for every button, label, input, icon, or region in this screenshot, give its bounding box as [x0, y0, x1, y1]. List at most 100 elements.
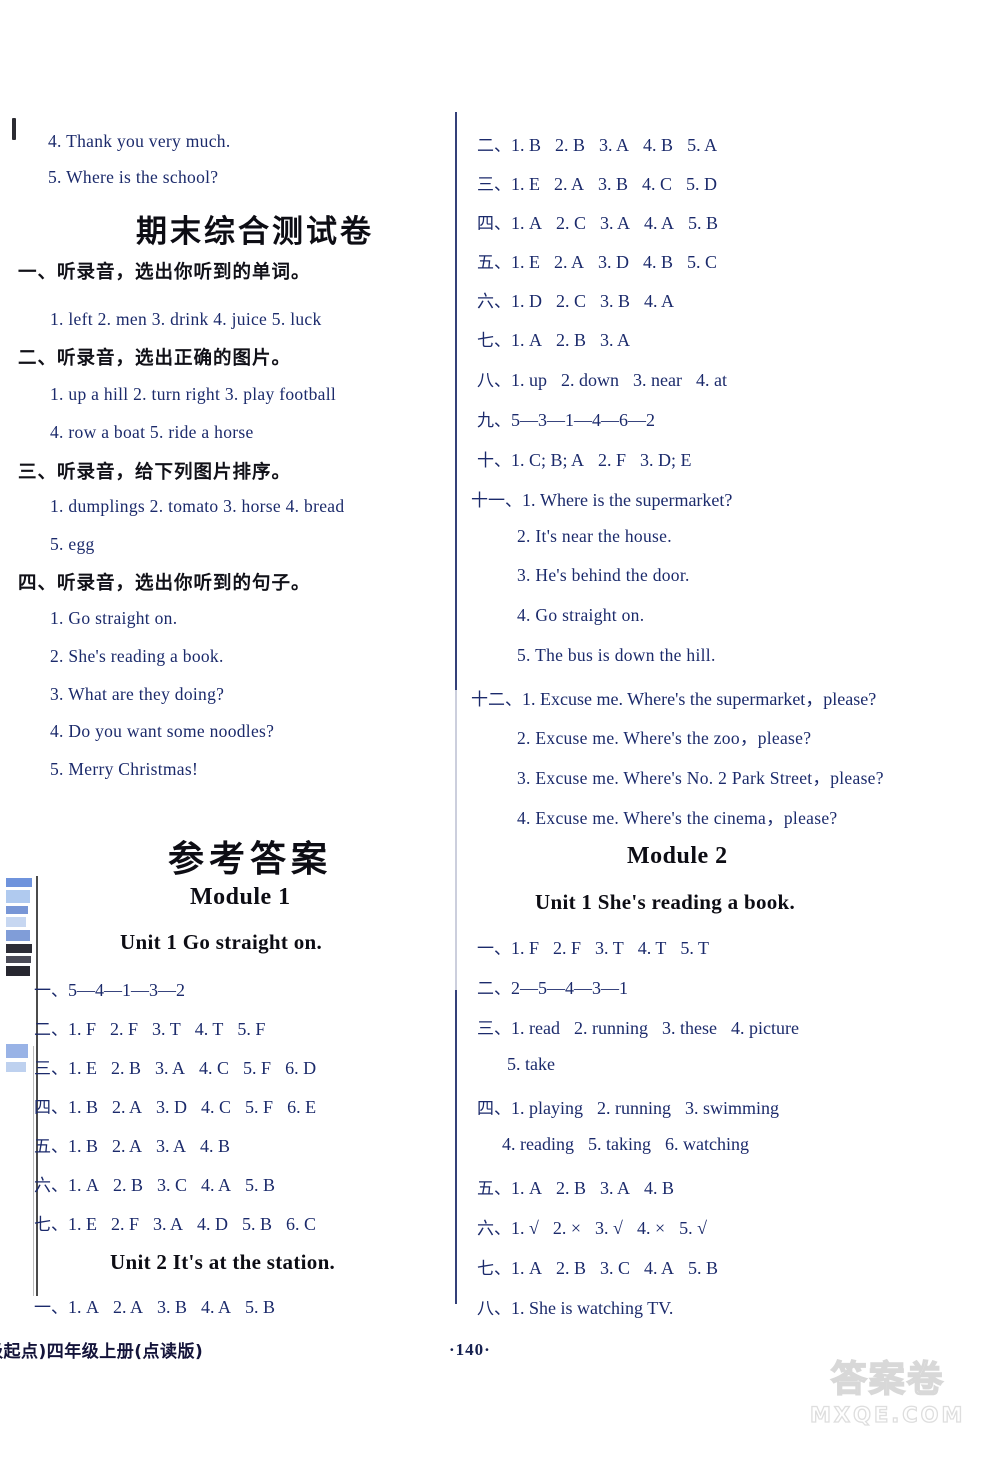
answer-row: 六、1. √ 2. × 3. √ 4. × 5. √ — [477, 1214, 721, 1239]
answer-item: 5. T — [680, 938, 710, 958]
scan-edge-artifacts — [0, 0, 46, 1462]
footer-book-title: 级起点)四年级上册(点读版) — [0, 1342, 204, 1362]
answer-row: 二、1. B 2. B 3. A 4. B 5. A — [477, 131, 731, 156]
answer-item: 5. √ — [679, 1218, 707, 1238]
answer-ordinal: 十二、 — [471, 690, 522, 710]
answer-item: 4. C — [201, 1097, 232, 1117]
answer-item: 1. √ — [511, 1218, 539, 1238]
watermark: 答案卷 MXQE.COM — [809, 1361, 966, 1428]
exam-section-heading: 一、听录音，选出你听到的单词。 — [18, 262, 311, 283]
answer-item: 5. F — [245, 1097, 274, 1117]
answer-item: 4. A — [644, 213, 675, 233]
answers-title: 参考答案 — [168, 839, 333, 880]
answer-item: 5—3—1—4—6—2 — [511, 410, 655, 430]
answer-item: 1. A — [68, 1175, 99, 1195]
answer-item: 1. B — [511, 135, 542, 155]
answer-ordinal: 六、 — [477, 1219, 511, 1239]
answer-ordinal: 七、 — [477, 331, 511, 351]
answer-item: 1. Excuse me. Where's the supermarket，pl… — [522, 689, 877, 709]
answer-item: 4. B — [643, 135, 674, 155]
scan-fragment — [6, 878, 32, 887]
answer-item: 3. A — [600, 1178, 631, 1198]
answer-item: 2. B — [111, 1058, 142, 1078]
unit-heading: Unit 2 It's at the station. — [110, 1250, 336, 1274]
answer-ordinal: 三、 — [34, 1059, 68, 1079]
answer-ordinal: 五、 — [477, 1179, 511, 1199]
answer-ordinal: 五、 — [477, 253, 511, 273]
answer-ordinal: 八、 — [477, 1299, 511, 1319]
scan-fragment — [6, 906, 28, 914]
answer-item: 5. F — [243, 1058, 272, 1078]
answer-item: 2. B — [555, 135, 586, 155]
answer-item: 3. A — [156, 1136, 187, 1156]
answer-ordinal: 一、 — [477, 939, 511, 959]
answer-item: 5. F — [237, 1019, 266, 1039]
answer-row: 四、1. A 2. C 3. A 4. A 5. B — [477, 209, 732, 234]
answer-item: 6. watching — [664, 1134, 749, 1154]
answer-row: 二、2—5—4—3—1 — [477, 974, 642, 999]
answer-item: 3. D; E — [640, 450, 692, 470]
answer-item: 4. A — [201, 1175, 232, 1195]
answer-row: 五、1. B 2. A 3. A 4. B — [34, 1132, 244, 1157]
answer-row: 十、1. C; B; A 2. F 3. D; E — [477, 446, 706, 471]
answer-row: 一、1. F 2. F 3. T 4. T 5. T — [477, 934, 723, 959]
module-heading: Module 2 — [627, 843, 728, 869]
answer-item: 2. running — [597, 1098, 671, 1118]
answer-item: 4. D — [197, 1214, 229, 1234]
answer-row: 七、1. A 2. B 3. C 4. A 5. B — [477, 1254, 732, 1279]
answer-ordinal: 九、 — [477, 411, 511, 431]
answer-item: 2. A — [112, 1097, 143, 1117]
scan-fragment — [6, 1044, 28, 1058]
answer-row: 七、1. A 2. B 3. A — [477, 326, 644, 351]
answer-row: 九、5—3—1—4—6—2 — [477, 406, 669, 431]
exam-section-line: 1. dumplings 2. tomato 3. horse 4. bread — [50, 496, 345, 516]
answer-item: 2. F — [598, 450, 627, 470]
answer-item: 4. B — [644, 1178, 675, 1198]
answer-item: 5. B — [242, 1214, 273, 1234]
answer-ordinal: 六、 — [34, 1176, 68, 1196]
answer-ordinal: 七、 — [477, 1259, 511, 1279]
answer-ordinal: 十一、 — [471, 491, 522, 511]
answer-ordinal: 六、 — [477, 292, 511, 312]
answer-item: 1. Where is the supermarket? — [522, 490, 733, 510]
answer-item: 2. F — [553, 938, 582, 958]
answer-row: 4. reading 5. taking 6. watching — [502, 1134, 763, 1155]
answer-item: 3. B — [600, 291, 631, 311]
answer-item: 1. D — [511, 291, 542, 311]
watermark-domain: MXQE.COM — [809, 1402, 966, 1427]
module-heading: Module 1 — [190, 884, 291, 910]
answer-ordinal: 二、 — [34, 1020, 68, 1040]
answer-item: 1. A — [511, 1178, 542, 1198]
exam-section-line: 3. What are they doing? — [50, 684, 225, 704]
scan-speck — [12, 118, 16, 140]
scanned-answer-key-page: 4. Thank you very much. 5. Where is the … — [0, 0, 1000, 1462]
answer-row: 六、1. A 2. B 3. C 4. A 5. B — [34, 1171, 289, 1196]
answer-item: 5. D — [686, 174, 718, 194]
scan-fragment — [6, 930, 30, 941]
answer-item: 6. C — [286, 1214, 317, 1234]
answer-item: 1. E — [511, 174, 540, 194]
answer-ordinal: 三、 — [477, 175, 511, 195]
answer-item: 4. T — [637, 938, 667, 958]
exam-section-heading: 四、听录音，选出你听到的句子。 — [18, 573, 311, 594]
answer-row: 三、1. E 2. A 3. B 4. C 5. D — [477, 170, 731, 195]
answer-item: 2. B — [556, 330, 587, 350]
answer-ordinal: 四、 — [477, 1099, 511, 1119]
answer-row: 三、1. E 2. B 3. A 4. C 5. F 6. D — [34, 1054, 330, 1079]
answer-item: 4. A — [201, 1297, 232, 1317]
answer-row: 五、1. E 2. A 3. D 4. B 5. C — [477, 248, 731, 273]
answer-item: 6. D — [285, 1058, 317, 1078]
answer-item: 3. C — [157, 1175, 188, 1195]
answer-row: 八、1. up 2. down 3. near 4. at — [477, 366, 741, 391]
answer-item: 1. E — [68, 1058, 97, 1078]
answer-item: 2. running — [573, 1018, 648, 1038]
scan-fragment — [6, 917, 26, 927]
answer-item: 2. down — [561, 370, 619, 390]
answer-item: 5. taking — [587, 1134, 651, 1154]
carryover-sentence: 4. Thank you very much. — [48, 131, 231, 151]
answer-item: 3. √ — [595, 1218, 623, 1238]
answer-item: 4. B — [643, 252, 674, 272]
exam-section-line: 1. left 2. men 3. drink 4. juice 5. luck — [50, 309, 322, 329]
answer-item: 4. at — [695, 370, 727, 390]
answer-item: 3. B — [157, 1297, 188, 1317]
